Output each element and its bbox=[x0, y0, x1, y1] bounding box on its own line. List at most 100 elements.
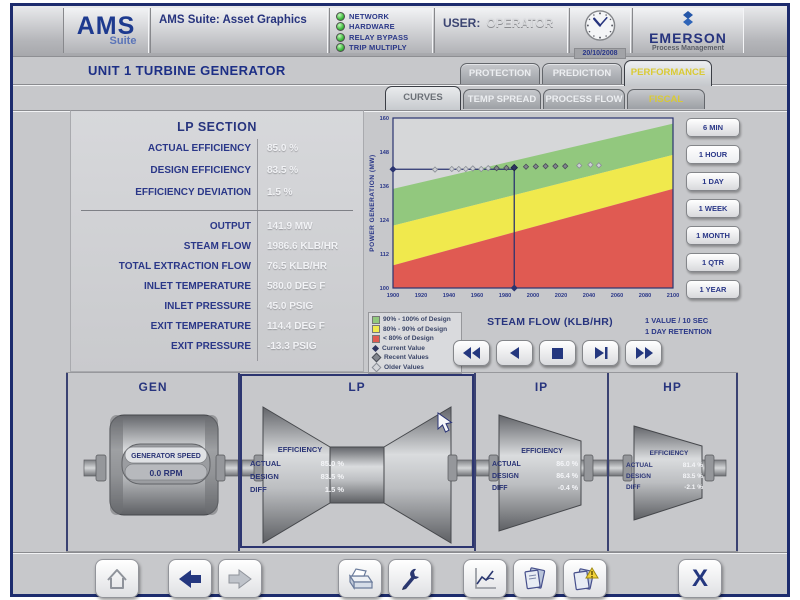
print-button[interactable] bbox=[338, 559, 382, 598]
lp-row-efficiency-deviation: EFFICIENCY DEVIATION1.5 % bbox=[71, 187, 363, 205]
header-bar: AMS Suite AMS Suite: Asset Graphics NETW… bbox=[13, 6, 787, 57]
divider bbox=[13, 552, 787, 554]
user-label: USER: bbox=[443, 16, 480, 30]
svg-text:2080: 2080 bbox=[639, 293, 651, 299]
analog-clock-icon bbox=[583, 9, 617, 42]
fast-forward-button[interactable] bbox=[625, 340, 662, 366]
app-title: AMS Suite: Asset Graphics bbox=[151, 8, 327, 26]
tab-protection[interactable]: PROTECTION bbox=[460, 63, 540, 84]
legend-recent-diamond-icon bbox=[372, 353, 382, 363]
time-button-1month[interactable]: 1 MONTH bbox=[686, 226, 740, 245]
row-label: INLET PRESSURE bbox=[164, 301, 251, 312]
legend-label: 80% - 90% of Design bbox=[383, 326, 447, 333]
chart-xaxis-title: STEAM FLOW (KLB/HR) bbox=[450, 316, 650, 328]
trend-button[interactable] bbox=[463, 559, 507, 598]
relay-bypass-led-label: RELAY BYPASS bbox=[349, 33, 408, 42]
exit-button[interactable]: X bbox=[678, 559, 722, 598]
hp-actual-value: 81.4 % bbox=[683, 462, 703, 469]
time-button-1qtr[interactable]: 1 QTR bbox=[686, 253, 740, 272]
lp-row-design-efficiency: DESIGN EFFICIENCY83.5 % bbox=[71, 165, 363, 183]
row-label: EFFICIENCY DEVIATION bbox=[135, 187, 251, 198]
hp-actual-label: ACTUAL bbox=[626, 462, 653, 469]
forward-button[interactable] bbox=[218, 559, 262, 598]
alarm-report-button[interactable] bbox=[563, 559, 607, 598]
hp-diff-label: DIFF bbox=[626, 484, 640, 491]
lp-actual-value: 85.0 % bbox=[321, 459, 345, 468]
svg-text:1940: 1940 bbox=[443, 293, 455, 299]
legend-label: Recent Values bbox=[384, 354, 429, 361]
generator-speed-label: GENERATOR SPEED bbox=[131, 453, 201, 460]
ip-diff-value: -0.4 % bbox=[558, 485, 579, 492]
home-button[interactable] bbox=[95, 559, 139, 598]
hp-turbine-graphic: EFFICIENCY ACTUAL 81.4 % DESIGN 83.5 % D… bbox=[609, 399, 736, 547]
ip-turbine-section[interactable]: IP EFFICIENCY ACTUAL 86.0 % DESIGN 86.4 … bbox=[476, 373, 607, 551]
ip-design-label: DESIGN bbox=[492, 473, 519, 480]
clock-cell[interactable]: 20/10/2008 bbox=[569, 8, 631, 53]
stop-button[interactable] bbox=[539, 340, 576, 366]
lp-row-inlet-temperature: INLET TEMPERATURE580.0 DEG F bbox=[71, 281, 363, 299]
emerson-logo-icon bbox=[679, 11, 697, 27]
forward-arrow-icon bbox=[227, 568, 253, 590]
step-forward-button[interactable] bbox=[582, 340, 619, 366]
chart-legend: 90% - 100% of Design 80% - 90% of Design… bbox=[368, 312, 462, 374]
time-button-6min[interactable]: 6 MIN bbox=[686, 118, 740, 137]
hardware-led-label: HARDWARE bbox=[349, 22, 395, 31]
retention-note: 1 VALUE / 10 SEC 1 DAY RETENTION bbox=[645, 315, 712, 337]
step-back-button[interactable] bbox=[496, 340, 533, 366]
trip-multiply-led-icon bbox=[336, 43, 345, 52]
hp-design-label: DESIGN bbox=[626, 473, 651, 480]
trend-chart-icon bbox=[472, 566, 498, 592]
generator-section[interactable]: GEN GENERATOR SPEED 0.0 RPM bbox=[68, 373, 238, 551]
date-display: 20/10/2008 bbox=[574, 48, 626, 59]
tab-fiscal[interactable]: FISCAL bbox=[627, 89, 705, 109]
svg-text:POWER GENERATION (MW): POWER GENERATION (MW) bbox=[369, 154, 376, 251]
tab-curves[interactable]: CURVES bbox=[385, 86, 461, 110]
time-button-1day[interactable]: 1 DAY bbox=[686, 172, 740, 191]
legend-label: Current Value bbox=[382, 345, 425, 352]
svg-text:1920: 1920 bbox=[415, 293, 427, 299]
svg-text:2020: 2020 bbox=[555, 293, 567, 299]
tab-temp-spread[interactable]: TEMP SPREAD bbox=[463, 89, 541, 109]
report-icon bbox=[521, 566, 549, 592]
step-back-icon bbox=[509, 347, 521, 359]
lp-efficiency-title: EFFICIENCY bbox=[278, 445, 323, 454]
tools-button[interactable] bbox=[388, 559, 432, 598]
legend-green-swatch-icon bbox=[372, 316, 380, 324]
row-value: 141.9 MW bbox=[267, 221, 313, 232]
performance-curve-chart[interactable]: 1900192019401960198020002020204020602080… bbox=[365, 110, 687, 310]
lp-row-exit-temperature: EXIT TEMPERATURE114.4 DEG F bbox=[71, 321, 363, 339]
ip-design-value: 86.4 % bbox=[556, 473, 579, 480]
retention-line2: 1 DAY RETENTION bbox=[645, 326, 712, 337]
row-value: 114.4 DEG F bbox=[267, 321, 325, 332]
tab-process-flow[interactable]: PROCESS FLOW bbox=[543, 89, 625, 109]
turbine-train-panel: GEN GENERATOR SPEED 0.0 RPM LP bbox=[66, 372, 738, 552]
lp-turbine-title: LP bbox=[242, 380, 472, 394]
time-button-1hour[interactable]: 1 HOUR bbox=[686, 145, 740, 164]
svg-text:1960: 1960 bbox=[471, 293, 483, 299]
svg-text:112: 112 bbox=[380, 252, 389, 258]
generator-graphic: GENERATOR SPEED 0.0 RPM bbox=[68, 399, 238, 547]
tab-prediction[interactable]: PREDICTION bbox=[542, 63, 622, 84]
row-label: EXIT PRESSURE bbox=[171, 341, 251, 352]
printer-icon bbox=[346, 566, 374, 592]
status-row-trip-multiply: TRIP MULTIPLY bbox=[336, 43, 432, 53]
retention-line1: 1 VALUE / 10 SEC bbox=[645, 315, 712, 326]
status-row-relay-bypass: RELAY BYPASS bbox=[336, 32, 432, 42]
status-led-panel: NETWORK HARDWARE RELAY BYPASS TRIP MULTI… bbox=[329, 8, 433, 53]
report-button[interactable] bbox=[513, 559, 557, 598]
lp-turbine-section[interactable]: LP EFFICIENCY ACTUAL 85.0 % DESIGN 83.5 … bbox=[242, 373, 472, 551]
rewind-icon bbox=[463, 347, 481, 359]
hp-efficiency-title: EFFICIENCY bbox=[650, 450, 689, 457]
tab-performance[interactable]: PERFORMANCE bbox=[624, 60, 712, 86]
time-button-1year[interactable]: 1 YEAR bbox=[686, 280, 740, 299]
back-button[interactable] bbox=[168, 559, 212, 598]
row-label: OUTPUT bbox=[210, 221, 251, 232]
time-button-1week[interactable]: 1 WEEK bbox=[686, 199, 740, 218]
lp-row-inlet-pressure: INLET PRESSURE45.0 PSIG bbox=[71, 301, 363, 319]
rewind-button[interactable] bbox=[453, 340, 490, 366]
trip-multiply-led-label: TRIP MULTIPLY bbox=[349, 43, 407, 52]
hp-turbine-section[interactable]: HP EFFICIENCY ACTUAL 81.4 % DESIGN 83.5 … bbox=[609, 373, 736, 551]
row-label: STEAM FLOW bbox=[184, 241, 251, 252]
hp-design-value: 83.5 % bbox=[683, 473, 703, 480]
home-icon bbox=[104, 566, 130, 592]
